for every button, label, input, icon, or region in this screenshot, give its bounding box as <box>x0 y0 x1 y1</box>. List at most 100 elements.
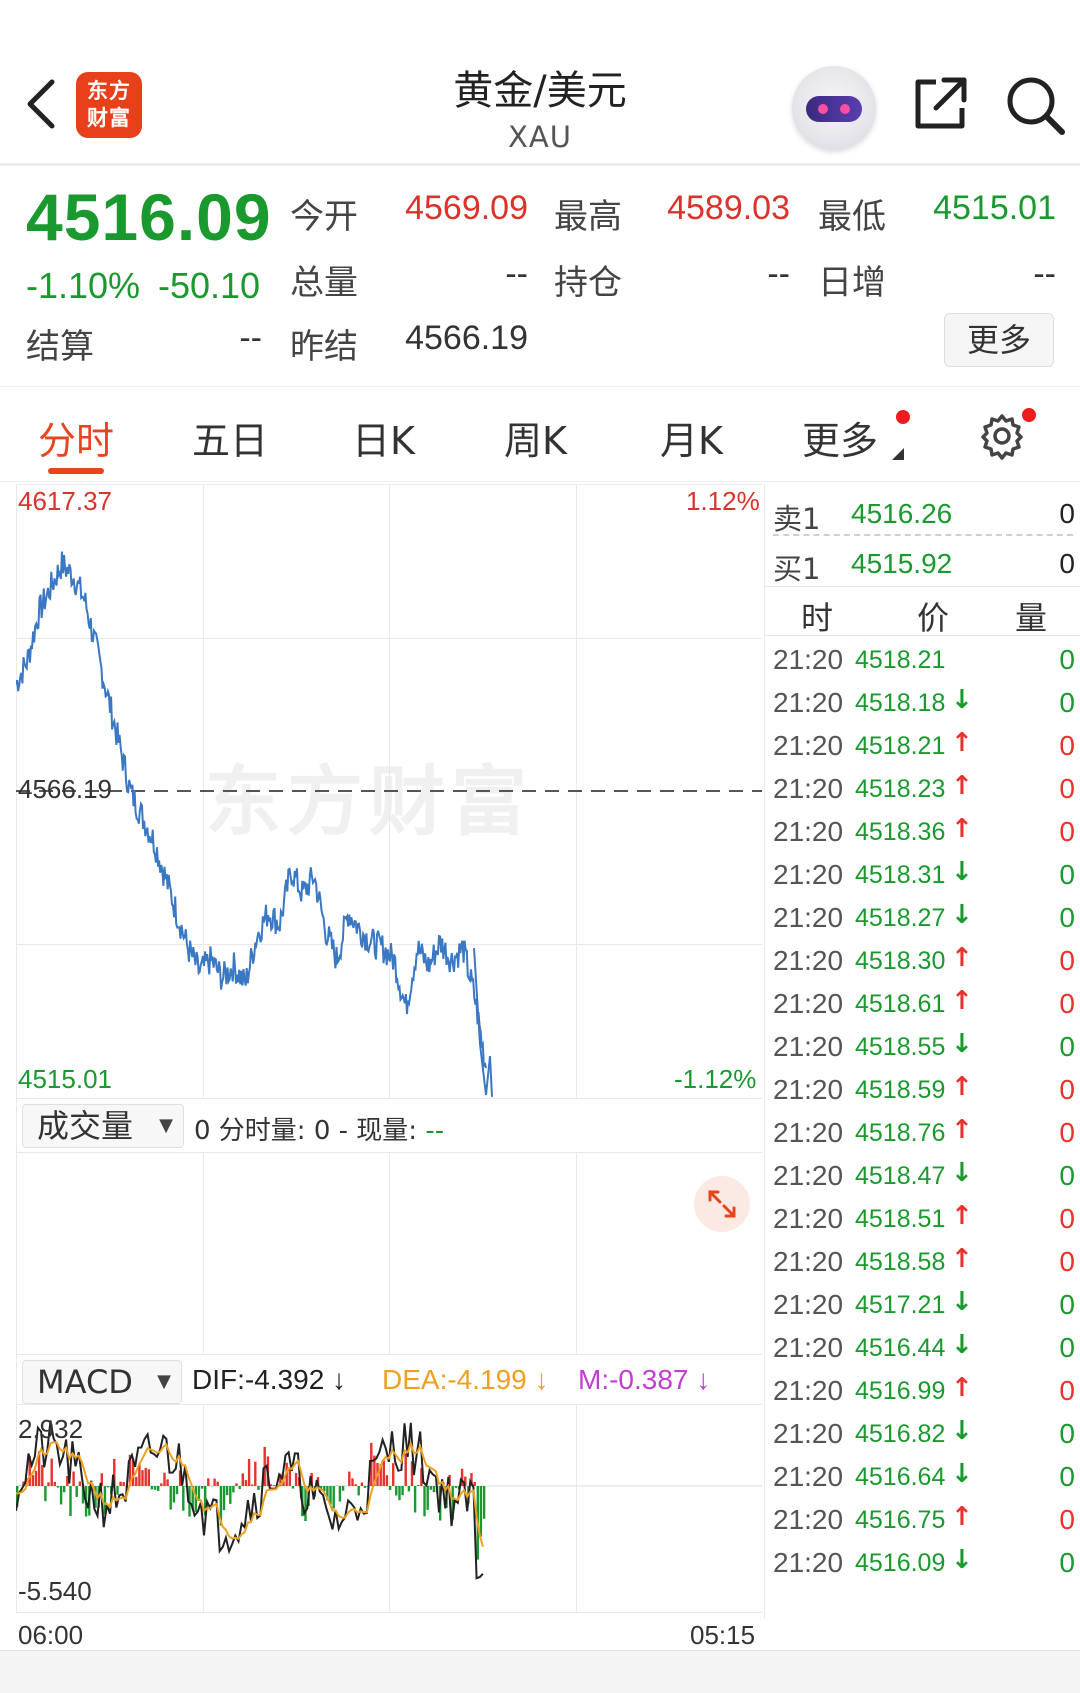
active-tab-indicator <box>48 468 104 474</box>
tick-qty: 0 <box>1059 1332 1075 1363</box>
tick-row: 21:20 4518.61 ↑ 0 <box>765 984 1080 1030</box>
tick-direction-icon: ↑ <box>951 986 973 1016</box>
tick-price: 4518.76 <box>855 1119 946 1147</box>
ticks-header-qty: 量 <box>1015 599 1048 637</box>
ticks-header-price: 价 <box>917 599 950 637</box>
tick-price: 4518.21 <box>855 732 946 760</box>
tick-time: 21:20 <box>773 1375 844 1406</box>
price-series-line <box>16 551 487 1069</box>
daily-increase-value: -- <box>1033 255 1056 293</box>
chart-tabs: 分时 五日 日K 周K 月K 更多 <box>0 388 1080 482</box>
tick-qty: 0 <box>1059 1418 1075 1449</box>
robot-visor <box>806 96 862 122</box>
open-interest-label: 持仓 <box>554 263 622 303</box>
intraday-price-chart[interactable] <box>16 484 762 1098</box>
sell-1-qty: 0 <box>1059 498 1075 529</box>
macd-histogram-bar <box>417 1485 420 1486</box>
share-external-icon[interactable] <box>910 74 970 134</box>
volume-readout-prefix: 0 分时量: 0 - 现量: <box>194 1116 426 1146</box>
tick-time: 21:20 <box>773 1203 844 1234</box>
tick-price: 4518.55 <box>855 1033 946 1061</box>
tab-intraday[interactable]: 分时 <box>38 410 114 465</box>
macd-histogram-bar <box>432 1486 436 1493</box>
tick-time: 21:20 <box>773 1074 844 1105</box>
tab-five-day[interactable]: 五日 <box>192 410 268 465</box>
macd-selector-label: MACD <box>37 1363 133 1401</box>
macd-chart[interactable] <box>16 1404 762 1612</box>
tick-qty: 0 <box>1059 816 1075 847</box>
dea-readout: DEA:-4.199 ↓ <box>382 1364 549 1395</box>
tick-direction-icon: ↑ <box>951 728 973 758</box>
expand-chart-button[interactable] <box>694 1176 750 1232</box>
macd-histogram-bar <box>122 1482 125 1486</box>
tick-time: 21:20 <box>773 1418 844 1449</box>
macd-histogram-bar <box>479 1486 483 1537</box>
tick-row: 21:20 4516.64 ↓ 0 <box>765 1457 1080 1503</box>
tick-time: 21:20 <box>773 1289 844 1320</box>
tick-row: 21:20 4518.18 ↓ 0 <box>765 683 1080 729</box>
macd-histogram-bar <box>241 1473 244 1486</box>
macd-histogram-bar <box>175 1486 179 1495</box>
macd-histogram-bar <box>31 1475 35 1486</box>
tick-qty: 0 <box>1059 773 1075 804</box>
macd-histogram-bar <box>116 1486 119 1495</box>
chevron-left-icon[interactable] <box>22 76 62 132</box>
quote-more-button[interactable]: 更多 <box>944 313 1054 367</box>
tick-direction-icon: ↑ <box>951 943 973 973</box>
tick-qty: 0 <box>1059 687 1075 718</box>
macd-histogram-bar <box>172 1486 176 1503</box>
sell-1-row[interactable]: 卖1 4516.26 0 <box>765 490 1080 536</box>
search-icon[interactable] <box>1004 74 1066 136</box>
pct-min-label: -1.12% <box>674 1064 757 1094</box>
volume-indicator-selector[interactable]: 成交量 ▼ <box>22 1104 184 1148</box>
macd-histogram-bar <box>482 1486 486 1519</box>
macd-histogram-bar <box>182 1486 185 1511</box>
macd-histogram-bar <box>44 1486 47 1502</box>
tick-time: 21:20 <box>773 945 844 976</box>
eastmoney-logo: 东方 财富 <box>76 72 142 138</box>
tab-monthly-k[interactable]: 月K <box>660 410 723 465</box>
tick-direction-icon: ↑ <box>951 814 973 844</box>
tick-direction-icon: ↓ <box>951 1029 973 1059</box>
tick-qty: 0 <box>1059 730 1075 761</box>
caret-corner-icon <box>892 448 904 460</box>
macd-histogram-bar <box>213 1478 216 1486</box>
macd-histogram-bar <box>56 1486 60 1488</box>
macd-histogram-bar <box>59 1486 63 1505</box>
buy-1-row[interactable]: 买1 4515.92 0 <box>765 540 1080 586</box>
macd-histogram-bar <box>404 1453 407 1486</box>
tick-price: 4518.30 <box>855 947 946 975</box>
macd-histogram-bar <box>235 1483 238 1486</box>
macd-histogram-bar <box>166 1479 169 1486</box>
macd-histogram-bar <box>429 1486 432 1490</box>
tick-price: 4518.59 <box>855 1076 946 1104</box>
low-label: 最低 <box>818 197 886 237</box>
gear-icon[interactable] <box>978 412 1026 460</box>
macd-histogram-bar <box>338 1486 342 1502</box>
expand-arrows-icon <box>708 1190 736 1218</box>
tick-direction-icon: ↑ <box>951 1072 973 1102</box>
tick-qty: 0 <box>1059 988 1075 1019</box>
tick-price: 4518.51 <box>855 1205 946 1233</box>
tick-price: 4518.18 <box>855 689 946 717</box>
tick-direction-icon: ↑ <box>951 1115 973 1145</box>
tab-more[interactable]: 更多 <box>802 410 878 465</box>
macd-histogram-bar <box>119 1481 122 1486</box>
macd-histogram-bar <box>395 1486 398 1496</box>
tick-qty: 0 <box>1059 1461 1075 1492</box>
tick-price: 4517.21 <box>855 1291 946 1319</box>
macd-histogram-bar <box>150 1486 154 1490</box>
macd-histogram-bar <box>272 1485 276 1486</box>
robot-assistant-icon[interactable] <box>792 66 876 150</box>
tab-daily-k[interactable]: 日K <box>352 410 415 465</box>
macd-indicator-selector[interactable]: MACD ▼ <box>22 1360 182 1404</box>
tab-weekly-k[interactable]: 周K <box>504 410 567 465</box>
macd-histogram-bar <box>47 1482 50 1486</box>
open-label: 今开 <box>290 197 358 237</box>
settings-notification-dot <box>1022 408 1036 422</box>
tick-time: 21:20 <box>773 1461 844 1492</box>
macd-histogram-bar <box>398 1486 401 1501</box>
tick-direction-icon: ↑ <box>951 1244 973 1274</box>
tick-price: 4516.44 <box>855 1334 946 1362</box>
tick-direction-icon: ↓ <box>951 1158 973 1188</box>
